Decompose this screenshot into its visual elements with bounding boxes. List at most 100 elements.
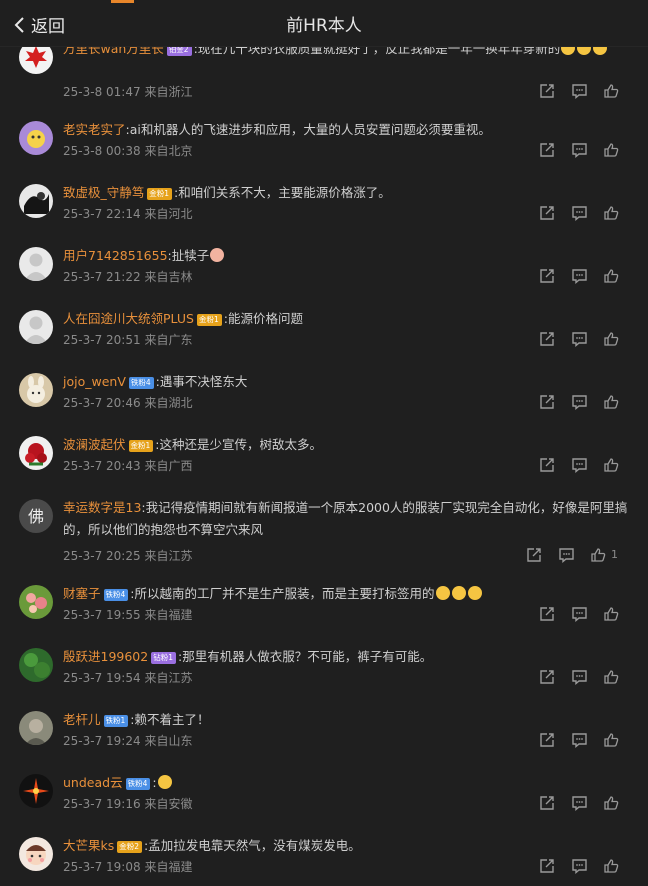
comment-body: 大芒果ks 金粉2:孟加拉发电靠天然气，没有煤炭发电。 [63,835,628,857]
fan-badge: 金粉1 [196,314,222,326]
comment-icon[interactable] [558,546,575,563]
comment-icon[interactable] [571,141,588,158]
share-icon[interactable] [539,456,556,473]
share-icon[interactable] [539,82,556,99]
username-link[interactable]: 老实老实了 [63,122,126,137]
share-icon[interactable] [539,794,556,811]
avatar[interactable] [19,837,53,871]
like-icon[interactable] [603,330,620,347]
avatar[interactable] [19,711,53,745]
svg-text:佛: 佛 [28,507,44,526]
emoji-icon [451,586,466,600]
comment-body: 老杆儿 铁粉1:赖不着主了！ [63,709,628,731]
back-button[interactable]: 返回 [14,12,65,37]
comment-icon[interactable] [571,731,588,748]
avatar[interactable] [19,436,53,470]
like-count: 1 [611,548,618,561]
comment-icon[interactable] [571,330,588,347]
comment-meta: 25-3-7 20:43 来自广西 [63,457,192,474]
emoji-icon [210,248,225,262]
username-link[interactable]: undead云 [63,775,123,790]
like-icon[interactable] [603,857,620,874]
username-link[interactable]: jojo_wenV [63,374,126,389]
comment-icon[interactable] [571,456,588,473]
comment-actions [524,204,620,221]
comment-body: 殷跃进199602 钻粉1:那里有机器人做衣服？不可能，裤子有可能。 [63,646,628,668]
share-icon[interactable] [539,204,556,221]
like-icon[interactable] [603,731,620,748]
comment-body: 致虚极_守静笃 金粉1:和咱们关系不大，主要能源价格涨了。 [63,182,628,204]
comment-location: 来自广西 [144,459,193,473]
share-icon[interactable] [539,668,556,685]
username-link[interactable]: 老杆儿 [63,712,101,727]
fan-badge: 金粉1 [147,188,173,200]
like-icon[interactable] [603,141,620,158]
comment-actions [524,731,620,748]
username-link[interactable]: 人在囧途川大统领PLUS [63,311,194,326]
avatar[interactable] [19,774,53,808]
share-icon[interactable] [526,546,543,563]
comment-actions [524,794,620,811]
top-bar: 返回 前HR本人 [0,0,648,47]
comment-icon[interactable] [571,393,588,410]
username-link[interactable]: 波澜波起伏 [63,437,126,452]
like-icon[interactable] [590,546,607,563]
comment-text: :所以越南的工厂并不是生产服装，而是主要打标签用的 [130,586,435,601]
comment-body: 老实老实了:ai和机器人的飞速进步和应用，大量的人员安置问题必须要重视。 [63,119,628,141]
comment-date: 25-3-8 01:47 [63,85,141,99]
username-link[interactable]: 用户7142851655 [63,248,168,263]
comment-icon[interactable] [571,794,588,811]
like-icon[interactable] [603,82,620,99]
comment-text: : [152,775,157,790]
comment-meta: 25-3-8 01:47 来自浙江 [63,83,192,100]
share-icon[interactable] [539,857,556,874]
share-icon[interactable] [539,267,556,284]
share-icon[interactable] [539,605,556,622]
avatar[interactable] [19,585,53,619]
comment-icon[interactable] [571,605,588,622]
like-icon[interactable] [603,267,620,284]
like-icon[interactable] [603,204,620,221]
comment-date: 25-3-7 19:16 [63,797,141,811]
comment-location: 来自广东 [144,333,193,347]
comment-icon[interactable] [571,204,588,221]
comment-location: 来自浙江 [144,85,193,99]
comment-icon[interactable] [571,668,588,685]
comment-location: 来自山东 [144,734,193,748]
like-icon[interactable] [603,456,620,473]
username-link[interactable]: 致虚极_守静笃 [63,185,144,200]
avatar[interactable] [19,373,53,407]
avatar[interactable]: 佛 [19,499,53,533]
back-label: 返回 [31,17,65,37]
username-link[interactable]: 幸运数字是13 [63,500,141,515]
like-icon[interactable] [603,794,620,811]
share-icon[interactable] [539,330,556,347]
avatar[interactable] [19,121,53,155]
comment-icon[interactable] [571,857,588,874]
username-link[interactable]: 殷跃进199602 [63,649,148,664]
comment-body: 波澜波起伏 金粉1:这种还是少宣传，树敌太多。 [63,434,628,456]
comment-icon[interactable] [571,82,588,99]
like-icon[interactable] [603,668,620,685]
avatar[interactable] [19,310,53,344]
username-link[interactable]: 财塞子 [63,586,101,601]
share-icon[interactable] [539,393,556,410]
comment-icon[interactable] [571,267,588,284]
avatar[interactable] [19,247,53,281]
comment-text: :ai和机器人的飞速进步和应用，大量的人员安置问题必须要重视。 [125,122,491,137]
like-icon[interactable] [603,605,620,622]
username-link[interactable]: 大芒果ks [63,838,114,853]
share-icon[interactable] [539,731,556,748]
fan-badge: 铁粉4 [128,377,154,389]
avatar[interactable] [19,648,53,682]
share-icon[interactable] [539,141,556,158]
top-accent-bar [111,0,134,3]
like-icon[interactable] [603,393,620,410]
comment-body: 幸运数字是13:我记得疫情期间就有新闻报道一个原本2000人的服装厂实现完全自动… [63,497,628,541]
comment-actions [524,605,620,622]
comment-meta: 25-3-7 19:16 来自安徽 [63,795,192,812]
avatar[interactable] [19,184,53,218]
comment-text: :能源价格问题 [223,311,303,326]
comment-meta: 25-3-7 20:25 来自江苏 [63,547,192,564]
chevron-left-icon [14,16,24,33]
